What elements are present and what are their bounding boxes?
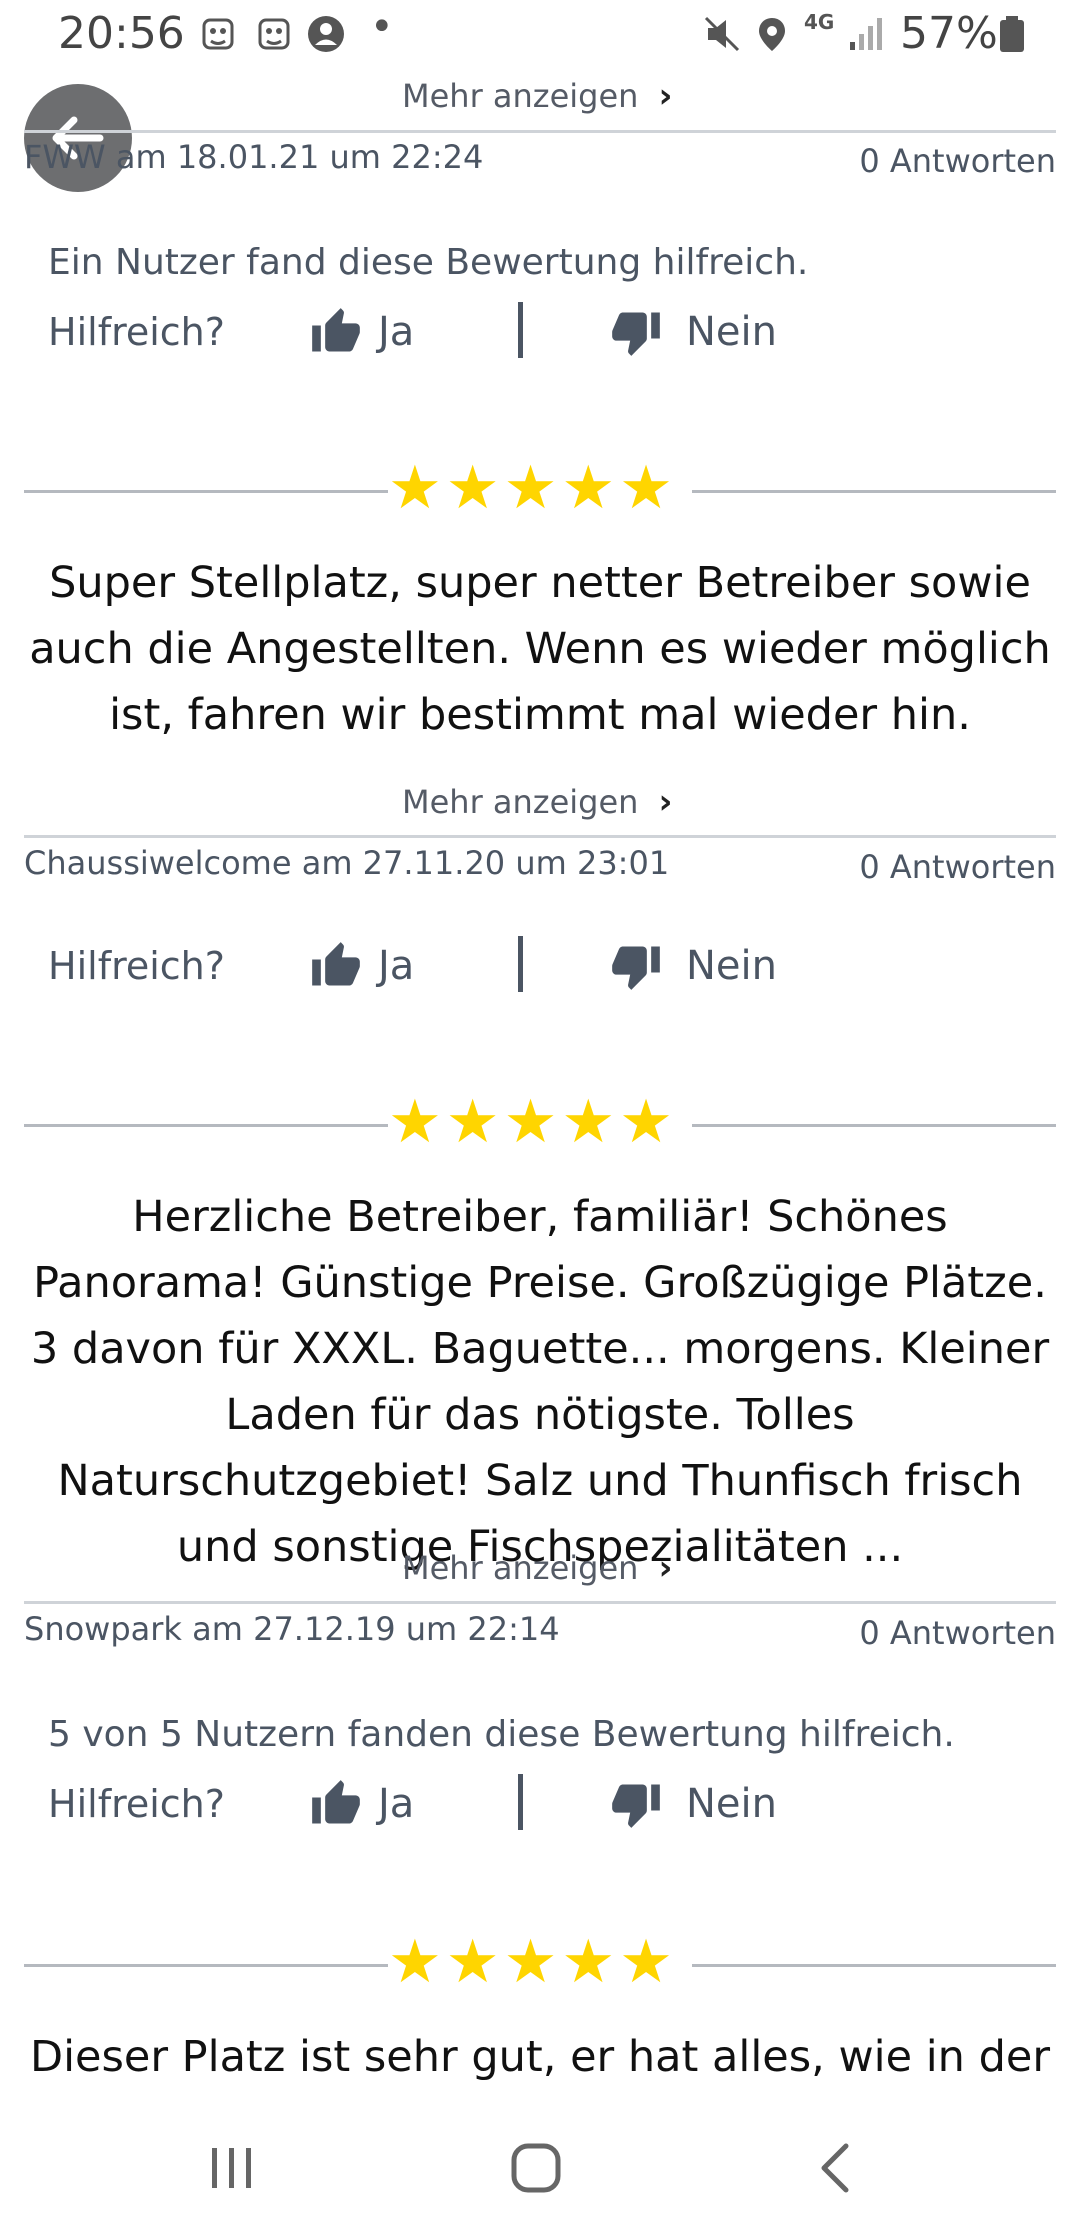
vote-yes-button[interactable]: Ja [310,1778,414,1830]
divider [24,1601,1056,1604]
answers-link[interactable]: 0 Antworten [859,142,1056,180]
helpful-question: Hilfreich? [48,944,225,988]
helpful-count-text: 5 von 5 Nutzern fanden diese Bewertung h… [48,1714,955,1755]
vote-divider [518,936,523,992]
vote-yes-label: Ja [378,1781,415,1827]
rating-stars: ★★★★★ [388,453,677,523]
thumbs-down-icon [612,312,660,356]
chevron-right-icon: › [658,1548,673,1588]
home-icon[interactable] [508,2140,564,2196]
face-notification-icon [202,18,234,50]
stars-divider-right [692,1964,1056,1967]
back-nav-icon[interactable] [812,2140,864,2196]
thumbs-up-icon [312,308,360,352]
recent-apps-icon[interactable] [206,2142,258,2194]
vote-yes-button[interactable]: Ja [310,306,414,358]
vote-divider [518,302,523,358]
divider [24,835,1056,838]
review-text: Super Stellplatz, super netter Betreiber… [29,558,1051,740]
network-4g-icon: 4G [804,10,835,34]
thumbs-down-icon [612,1784,660,1828]
stars-divider-right [692,490,1056,493]
vote-no-label: Nein [686,309,777,355]
system-nav-bar [0,2110,1080,2220]
account-icon [308,16,344,52]
battery-percent: 57% [900,8,998,59]
answers-link[interactable]: 0 Antworten [859,1614,1056,1652]
helpful-question: Hilfreich? [48,310,225,354]
stars-divider-right [692,1124,1056,1127]
show-more-label: Mehr anzeigen [402,1549,639,1587]
location-icon [759,18,785,51]
thumbs-up-icon [312,942,360,986]
vote-yes-label: Ja [378,309,415,355]
review-text: Dieser Platz ist sehr gut, er hat alles,… [29,2032,1051,2082]
thumbs-down-icon [612,946,660,990]
stars-divider-left [24,490,388,493]
vote-no-button[interactable]: Nein [610,940,777,992]
helpful-question: Hilfreich? [48,1782,225,1826]
vote-no-label: Nein [686,943,777,989]
mute-icon [704,16,740,52]
status-bar: 20:56 • 4G 57% [0,0,1080,70]
vote-divider [518,1774,523,1830]
show-more-label: Mehr anzeigen [402,77,639,115]
answers-link[interactable]: 0 Antworten [859,848,1056,886]
vote-no-button[interactable]: Nein [610,1778,777,1830]
signal-icon [850,18,882,50]
battery-icon [1000,16,1024,52]
show-more-link[interactable]: Mehr anzeigen › [402,1548,672,1588]
status-dot: • [370,4,394,50]
status-time: 20:56 [58,8,185,59]
vote-no-button[interactable]: Nein [610,306,777,358]
thumbs-up-icon [312,1780,360,1824]
vote-yes-button[interactable]: Ja [310,940,414,992]
helpful-count-text: Ein Nutzer fand diese Bewertung hilfreic… [48,242,809,283]
review-author-date: Snowpark am 27.12.19 um 22:14 [24,1610,560,1648]
show-more-link[interactable]: Mehr anzeigen › [402,76,672,116]
show-more-link[interactable]: Mehr anzeigen › [402,782,672,822]
rating-stars: ★★★★★ [388,1927,677,1997]
chevron-right-icon: › [658,76,673,116]
review-author-date: Chaussiwelcome am 27.11.20 um 23:01 [24,844,670,882]
vote-yes-label: Ja [378,943,415,989]
vote-no-label: Nein [686,1781,777,1827]
review-text: Herzliche Betreiber, familiär! Schönes P… [30,1192,1050,1572]
chevron-right-icon: › [658,782,673,822]
divider [24,130,1056,133]
face-notification-icon [258,18,290,50]
show-more-label: Mehr anzeigen [402,783,639,821]
stars-divider-left [24,1124,388,1127]
rating-stars: ★★★★★ [388,1087,677,1157]
review-author-date: FWW am 18.01.21 um 22:24 [24,138,484,176]
stars-divider-left [24,1964,388,1967]
